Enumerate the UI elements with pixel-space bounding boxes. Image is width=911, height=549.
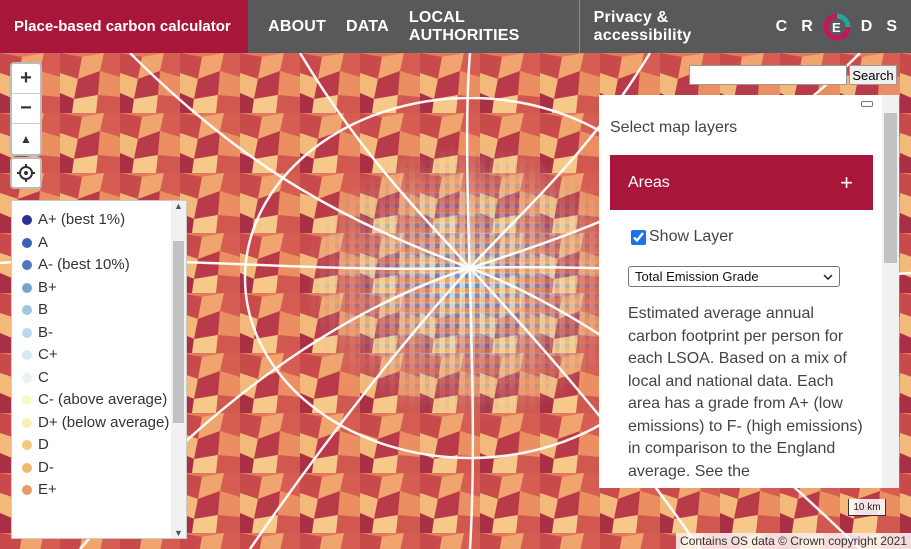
scroll-down-icon: ▼ bbox=[174, 528, 183, 538]
legend-label: A- (best 10%) bbox=[38, 256, 130, 273]
nav-divider bbox=[578, 0, 580, 53]
legend-swatch-icon bbox=[22, 372, 32, 383]
legend-swatch-icon bbox=[22, 417, 32, 428]
legend-swatch-icon bbox=[22, 327, 32, 338]
chevron-down-icon bbox=[823, 273, 833, 280]
compass-icon: ▲ bbox=[20, 132, 32, 146]
creds-logo[interactable]: CR E DS bbox=[776, 13, 911, 41]
legend-label: C+ bbox=[38, 346, 58, 363]
svg-text:E: E bbox=[832, 20, 851, 35]
logo-letters-d-s: DS bbox=[860, 17, 911, 35]
legend-swatch-icon bbox=[22, 260, 32, 270]
search-input[interactable] bbox=[689, 65, 847, 85]
panel-scrollbar[interactable] bbox=[882, 95, 899, 488]
zoom-out-button[interactable]: − bbox=[12, 94, 40, 124]
legend-label: C- (above average) bbox=[38, 391, 168, 408]
legend-swatch-icon bbox=[22, 282, 32, 293]
legend-item: A- (best 10%) bbox=[22, 254, 172, 277]
nav-local-authorities[interactable]: LOCAL AUTHORITIES bbox=[399, 9, 575, 45]
reset-bearing-button[interactable]: ▲ bbox=[12, 124, 40, 154]
legend-label: B- bbox=[38, 323, 53, 341]
legend-item: C+ bbox=[22, 344, 172, 367]
scroll-up-icon: ▲ bbox=[174, 201, 183, 211]
legend-swatch-icon bbox=[22, 350, 32, 360]
legend-label: B bbox=[38, 301, 49, 318]
panel-scroll-thumb[interactable] bbox=[884, 113, 897, 263]
legend-swatch-icon bbox=[22, 237, 32, 248]
legend-label: A+ (best 1%) bbox=[38, 211, 126, 228]
locate-button[interactable] bbox=[10, 157, 42, 189]
map-canvas[interactable]: + − ▲ A+ (best 1%) A A- (best 10%) B+ B B- C+ C… bbox=[0, 53, 911, 549]
legend-list: A+ (best 1%) A A- (best 10%) B+ B B- C+ C C- (ab… bbox=[12, 201, 186, 502]
zoom-in-button[interactable]: + bbox=[12, 64, 40, 94]
legend-swatch-icon bbox=[22, 395, 32, 405]
zoom-control: + − ▲ bbox=[10, 62, 42, 156]
show-layer-checkbox[interactable] bbox=[631, 229, 646, 245]
scale-bar: 10 km bbox=[848, 499, 886, 516]
nav-privacy[interactable]: Privacy & accessibility bbox=[584, 9, 766, 45]
layer-select[interactable]: Total Emission Grade bbox=[628, 266, 840, 287]
layer-description: Estimated average annual carbon footprin… bbox=[628, 305, 863, 480]
legend-scroll-thumb[interactable] bbox=[173, 241, 184, 423]
legend-item: D- bbox=[22, 457, 172, 480]
legend-item: B- bbox=[22, 322, 172, 345]
search-button[interactable]: Search bbox=[849, 65, 897, 85]
logo-letters-c-r: CR bbox=[775, 17, 827, 35]
map-legend: A+ (best 1%) A A- (best 10%) B+ B B- C+ C C- (ab… bbox=[11, 200, 187, 539]
show-layer-toggle[interactable]: Show Layer bbox=[631, 228, 734, 246]
app-window: Place-based carbon calculator ABOUT DATA… bbox=[0, 0, 911, 549]
legend-swatch-icon bbox=[22, 215, 32, 225]
nav-data[interactable]: DATA bbox=[336, 18, 399, 36]
map-attribution: Contains OS data © Crown copyright 2021 bbox=[676, 533, 911, 549]
minimize-icon[interactable] bbox=[861, 101, 873, 107]
legend-item: C bbox=[22, 367, 172, 390]
legend-label: B+ bbox=[38, 278, 57, 296]
show-layer-label: Show Layer bbox=[649, 228, 734, 245]
areas-label: Areas bbox=[628, 173, 670, 191]
legend-item: A+ (best 1%) bbox=[22, 209, 172, 232]
legend-item: E+ bbox=[22, 479, 172, 502]
layer-panel: Select map layers Areas + Show Layer Tot… bbox=[599, 95, 899, 488]
creds-swirl-icon: E bbox=[823, 13, 851, 40]
legend-item: D+ (below average) bbox=[22, 412, 172, 435]
main-nav: ABOUT DATA LOCAL AUTHORITIES Privacy & a… bbox=[248, 0, 911, 53]
legend-swatch-icon bbox=[22, 485, 32, 495]
legend-item: B bbox=[22, 299, 172, 322]
legend-label: C bbox=[38, 368, 49, 386]
brand-title[interactable]: Place-based carbon calculator bbox=[0, 0, 249, 53]
legend-swatch-icon bbox=[22, 305, 32, 315]
legend-item: C- (above average) bbox=[22, 389, 172, 412]
legend-label: E+ bbox=[38, 481, 57, 498]
nav-about[interactable]: ABOUT bbox=[258, 18, 336, 36]
legend-swatch-icon bbox=[22, 440, 32, 450]
top-navbar: Place-based carbon calculator ABOUT DATA… bbox=[0, 0, 911, 53]
legend-item: A bbox=[22, 232, 172, 255]
layer-select-value: Total Emission Grade bbox=[635, 269, 759, 284]
legend-label: D- bbox=[38, 458, 54, 476]
areas-accordion-header[interactable]: Areas + bbox=[610, 155, 873, 210]
legend-label: D+ (below average) bbox=[38, 413, 170, 431]
legend-swatch-icon bbox=[22, 462, 32, 473]
legend-item: D bbox=[22, 434, 172, 457]
crosshair-icon bbox=[17, 164, 35, 182]
plus-icon: + bbox=[840, 169, 853, 195]
panel-title: Select map layers bbox=[610, 119, 738, 136]
legend-item: B+ bbox=[22, 277, 172, 300]
legend-label: D bbox=[38, 436, 49, 453]
legend-label: A bbox=[38, 233, 49, 251]
legend-scrollbar[interactable]: ▲ ▼ bbox=[171, 201, 186, 538]
